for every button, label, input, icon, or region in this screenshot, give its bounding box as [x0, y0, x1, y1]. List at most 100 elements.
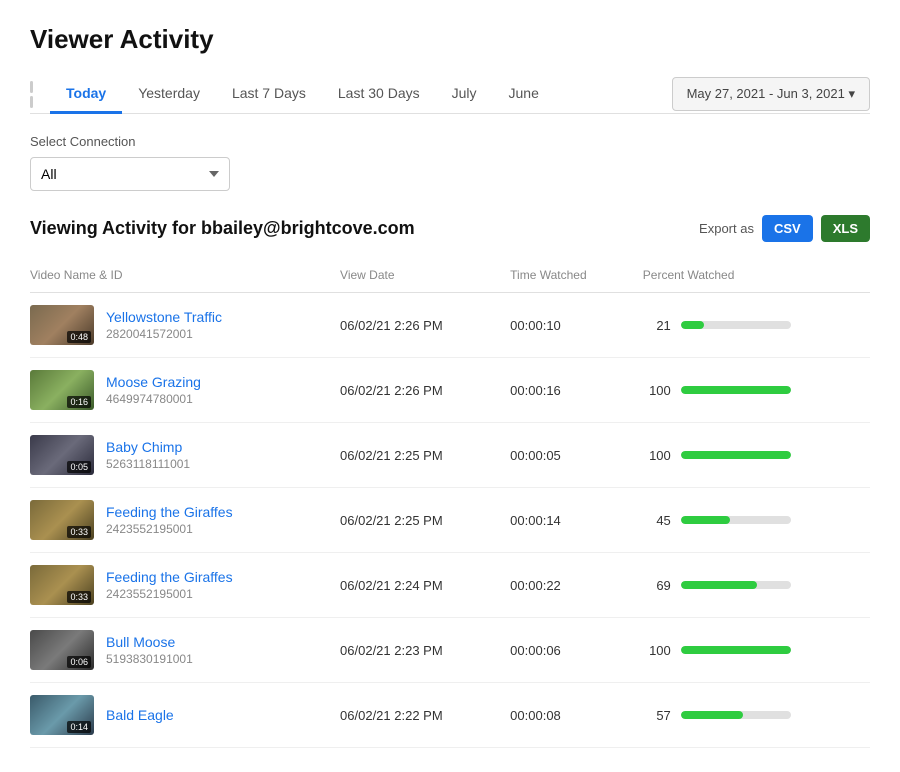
- time-watched: 00:00:14: [502, 488, 635, 553]
- time-watched: 00:00:06: [502, 618, 635, 683]
- percent-number: 100: [643, 643, 671, 658]
- time-watched: 00:00:05: [502, 423, 635, 488]
- video-id: 5193830191001: [106, 652, 193, 666]
- video-duration: 0:14: [67, 721, 91, 733]
- export-csv-button[interactable]: CSV: [762, 215, 813, 242]
- video-title-link[interactable]: Baby Chimp: [106, 439, 190, 455]
- progress-fill: [681, 386, 791, 394]
- percent-number: 57: [643, 708, 671, 723]
- col-video: Video Name & ID: [30, 258, 332, 293]
- video-info: Yellowstone Traffic 2820041572001: [106, 309, 222, 341]
- video-duration: 0:16: [67, 396, 91, 408]
- export-xls-button[interactable]: XLS: [821, 215, 870, 242]
- video-info: Feeding the Giraffes 2423552195001: [106, 504, 233, 536]
- progress-fill: [681, 451, 791, 459]
- tabs-bar: Today Yesterday Last 7 Days Last 30 Days…: [30, 75, 870, 114]
- percent-watched: 69: [635, 553, 870, 618]
- col-timewatched: Time Watched: [502, 258, 635, 293]
- video-cell-0: 0:48 Yellowstone Traffic 2820041572001: [30, 293, 332, 358]
- video-info: Bald Eagle: [106, 707, 174, 723]
- table-header: Video Name & ID View Date Time Watched P…: [30, 258, 870, 293]
- video-title-link[interactable]: Feeding the Giraffes: [106, 569, 233, 585]
- video-id: 2423552195001: [106, 587, 193, 601]
- progress-bar: [681, 386, 791, 394]
- percent-number: 21: [643, 318, 671, 333]
- progress-bar: [681, 581, 791, 589]
- video-duration: 0:06: [67, 656, 91, 668]
- tab-today[interactable]: Today: [50, 75, 122, 114]
- time-watched: 00:00:16: [502, 358, 635, 423]
- video-title-link[interactable]: Bald Eagle: [106, 707, 174, 723]
- video-id: 2423552195001: [106, 522, 193, 536]
- table-row: 0:14 Bald Eagle 06/02/21 2:22 PM00:00:08…: [30, 683, 870, 748]
- view-date: 06/02/21 2:22 PM: [332, 683, 502, 748]
- tab-june[interactable]: June: [493, 75, 555, 114]
- view-date: 06/02/21 2:26 PM: [332, 293, 502, 358]
- tab-yesterday[interactable]: Yesterday: [122, 75, 216, 114]
- video-info: Moose Grazing 4649974780001: [106, 374, 201, 406]
- progress-bar: [681, 516, 791, 524]
- video-thumbnail: 0:33: [30, 565, 94, 605]
- progress-fill: [681, 581, 757, 589]
- table-row: 0:48 Yellowstone Traffic 2820041572001 0…: [30, 293, 870, 358]
- table-body: 0:48 Yellowstone Traffic 2820041572001 0…: [30, 293, 870, 748]
- col-percent: Percent Watched: [635, 258, 870, 293]
- table-row: 0:06 Bull Moose 5193830191001 06/02/21 2…: [30, 618, 870, 683]
- progress-bar: [681, 711, 791, 719]
- page-title: Viewer Activity: [30, 24, 870, 55]
- progress-fill: [681, 516, 731, 524]
- percent-watched: 57: [635, 683, 870, 748]
- tab-july[interactable]: July: [436, 75, 493, 114]
- video-cell-4: 0:33 Feeding the Giraffes 2423552195001: [30, 553, 332, 618]
- activity-header: Viewing Activity for bbailey@brightcove.…: [30, 215, 870, 242]
- video-cell-3: 0:33 Feeding the Giraffes 2423552195001: [30, 488, 332, 553]
- view-date: 06/02/21 2:25 PM: [332, 488, 502, 553]
- connection-select[interactable]: All: [30, 157, 230, 191]
- table-row: 0:33 Feeding the Giraffes 2423552195001 …: [30, 488, 870, 553]
- video-duration: 0:33: [67, 526, 91, 538]
- tab-last7[interactable]: Last 7 Days: [216, 75, 322, 114]
- video-thumbnail: 0:33: [30, 500, 94, 540]
- video-id: 5263118111001: [106, 457, 190, 471]
- video-title-link[interactable]: Yellowstone Traffic: [106, 309, 222, 325]
- progress-bar: [681, 321, 791, 329]
- view-date: 06/02/21 2:25 PM: [332, 423, 502, 488]
- date-range-button[interactable]: May 27, 2021 - Jun 3, 2021 ▾: [672, 77, 870, 111]
- percent-watched: 45: [635, 488, 870, 553]
- connection-label: Select Connection: [30, 134, 870, 149]
- video-cell-2: 0:05 Baby Chimp 5263118111001: [30, 423, 332, 488]
- percent-number: 69: [643, 578, 671, 593]
- video-title-link[interactable]: Feeding the Giraffes: [106, 504, 233, 520]
- video-info: Feeding the Giraffes 2423552195001: [106, 569, 233, 601]
- video-info: Bull Moose 5193830191001: [106, 634, 193, 666]
- video-duration: 0:05: [67, 461, 91, 473]
- video-thumbnail: 0:06: [30, 630, 94, 670]
- time-watched: 00:00:10: [502, 293, 635, 358]
- view-date: 06/02/21 2:24 PM: [332, 553, 502, 618]
- activity-table: Video Name & ID View Date Time Watched P…: [30, 258, 870, 748]
- video-id: 2820041572001: [106, 327, 193, 341]
- video-thumbnail: 0:05: [30, 435, 94, 475]
- connection-section: Select Connection All: [30, 134, 870, 191]
- export-label: Export as: [699, 221, 754, 236]
- percent-watched: 100: [635, 358, 870, 423]
- progress-fill: [681, 711, 744, 719]
- table-row: 0:33 Feeding the Giraffes 2423552195001 …: [30, 553, 870, 618]
- percent-number: 45: [643, 513, 671, 528]
- percent-number: 100: [643, 448, 671, 463]
- tab-last30[interactable]: Last 30 Days: [322, 75, 436, 114]
- video-cell-1: 0:16 Moose Grazing 4649974780001: [30, 358, 332, 423]
- table-row: 0:05 Baby Chimp 5263118111001 06/02/21 2…: [30, 423, 870, 488]
- export-row: Export as CSV XLS: [699, 215, 870, 242]
- video-title-link[interactable]: Bull Moose: [106, 634, 193, 650]
- percent-watched: 21: [635, 293, 870, 358]
- percent-watched: 100: [635, 618, 870, 683]
- video-cell-6: 0:14 Bald Eagle: [30, 683, 332, 748]
- video-info: Baby Chimp 5263118111001: [106, 439, 190, 471]
- progress-fill: [681, 321, 704, 329]
- activity-title: Viewing Activity for bbailey@brightcove.…: [30, 218, 415, 239]
- view-date: 06/02/21 2:26 PM: [332, 358, 502, 423]
- video-title-link[interactable]: Moose Grazing: [106, 374, 201, 390]
- percent-number: 100: [643, 383, 671, 398]
- video-thumbnail: 0:48: [30, 305, 94, 345]
